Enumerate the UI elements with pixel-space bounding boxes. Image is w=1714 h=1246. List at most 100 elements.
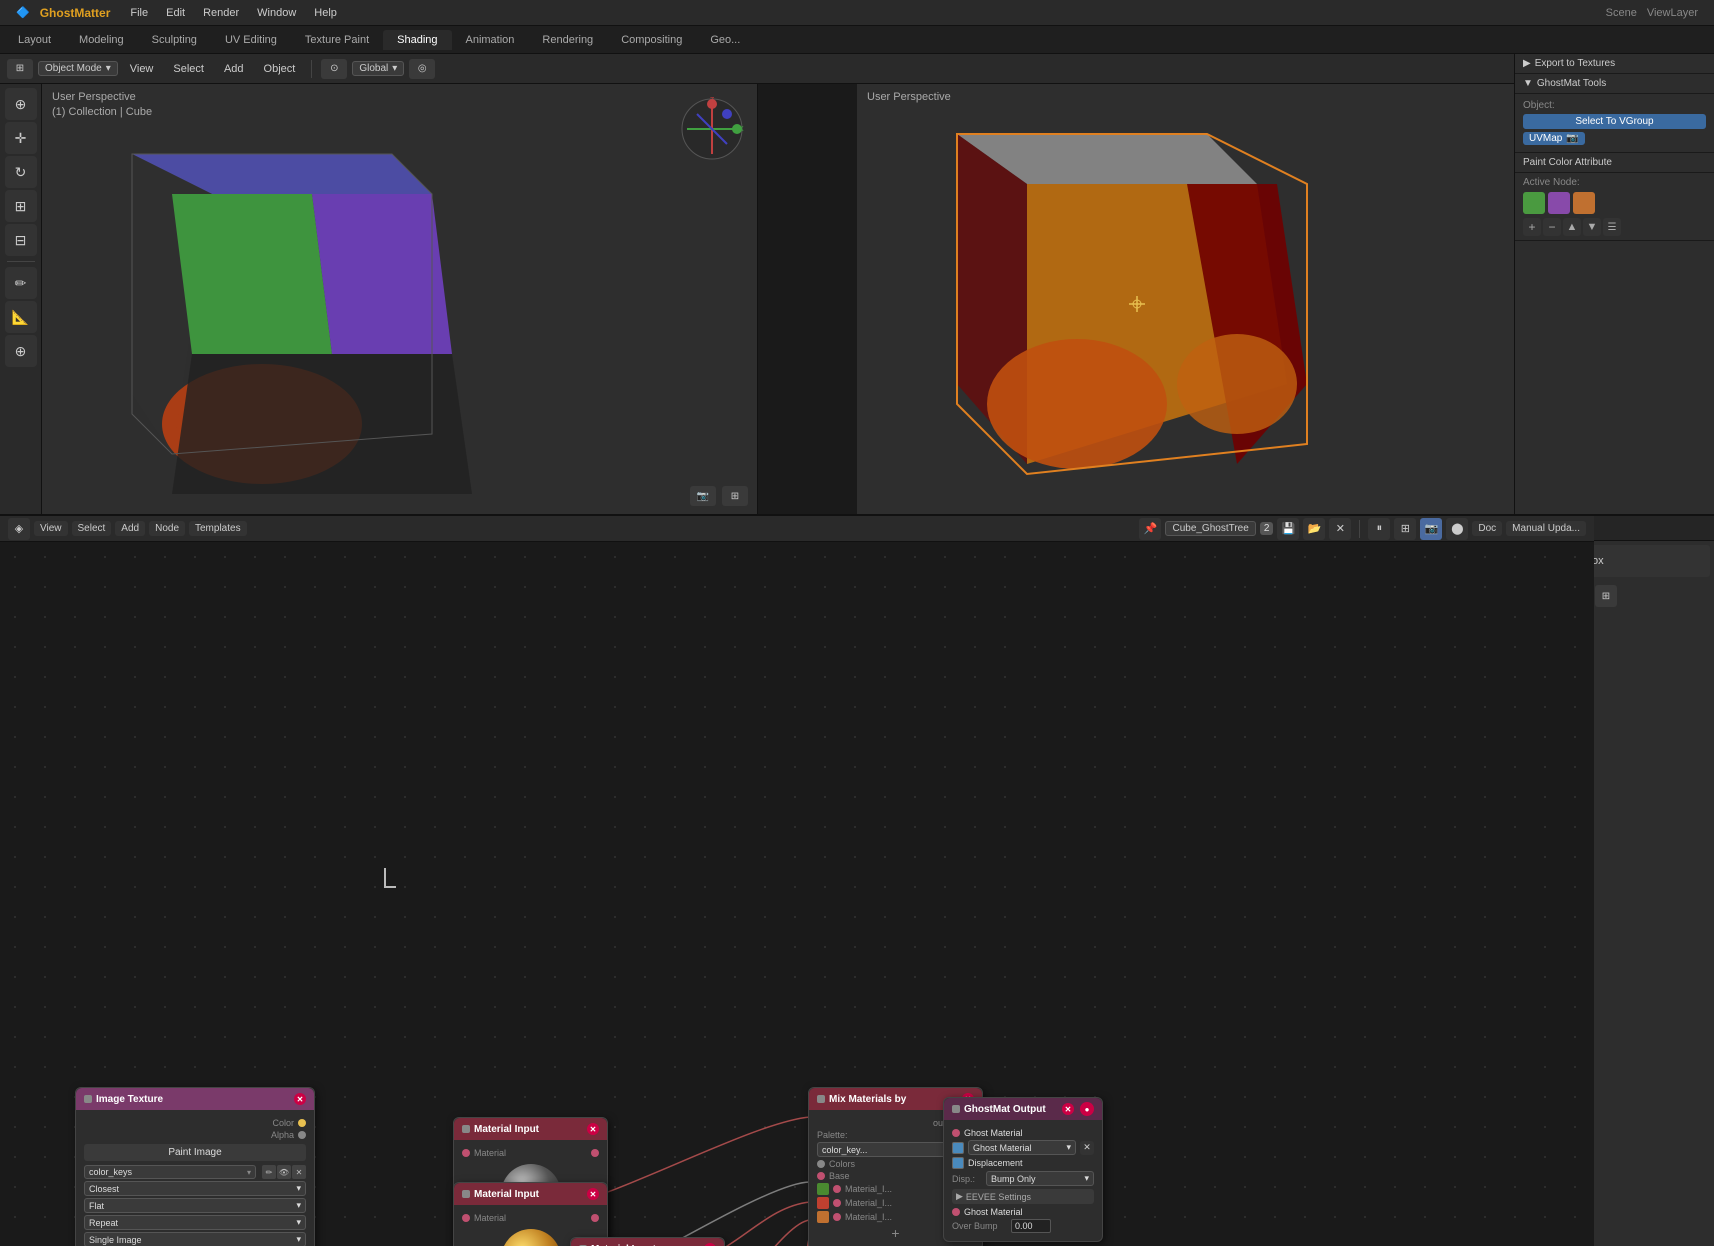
ws-tab-rendering[interactable]: Rendering (528, 30, 607, 50)
ghost-mat-dropdown[interactable]: Ghost Material▾ (968, 1140, 1076, 1155)
ws-tab-texturepaint[interactable]: Texture Paint (291, 30, 383, 50)
manual-update-btn[interactable]: Manual Upda... (1506, 521, 1586, 536)
eevee-settings-btn[interactable]: ▶ EEVEE Settings (952, 1189, 1094, 1204)
menu-file[interactable]: File (122, 5, 156, 21)
ne-mode-icon[interactable]: ◈ (8, 518, 30, 540)
scale-tool[interactable]: ⊞ (5, 190, 37, 222)
ne-node[interactable]: Node (149, 521, 185, 536)
snap-icon[interactable]: ⊙ (321, 59, 347, 79)
ne-templates[interactable]: Templates (189, 521, 247, 536)
export-textures-row[interactable]: ▶ Export to Textures (1515, 54, 1714, 74)
cursor-tool[interactable]: ⊕ (5, 88, 37, 120)
ws-tab-shading[interactable]: Shading (383, 30, 451, 50)
mode-dropdown[interactable]: Object Mode ▾ (38, 61, 118, 76)
uvmap-badge[interactable]: UVMap 📷 (1523, 132, 1585, 145)
list-view-btn[interactable]: ☰ (1603, 218, 1621, 236)
toolbar-view[interactable]: View (122, 61, 162, 77)
measure-tool[interactable]: 📐 (5, 301, 37, 333)
pin-icon[interactable]: 📌 (1139, 518, 1161, 540)
ws-tab-layout[interactable]: Layout (4, 30, 65, 50)
node-ghostmat-output[interactable]: GhostMat Output ✕ ● Ghost Material Ghost… (943, 1097, 1103, 1242)
paint-color-attr-row[interactable]: Paint Color Attribute (1515, 153, 1714, 173)
swatch-orange[interactable] (1573, 192, 1595, 214)
move-tool[interactable]: ✛ (5, 122, 37, 154)
menu-edit[interactable]: Edit (158, 5, 193, 21)
ghostmat-pin[interactable]: ● (1080, 1102, 1094, 1116)
rotate-tool[interactable]: ↻ (5, 156, 37, 188)
ghost-mat-checkbox[interactable] (952, 1142, 964, 1154)
view-all-icon[interactable]: ⊞ (1394, 518, 1416, 540)
menu-help[interactable]: Help (306, 5, 345, 21)
extra-mode-btn[interactable]: ⊞ (1595, 585, 1617, 607)
ws-tab-compositing[interactable]: Compositing (607, 30, 696, 50)
paint-image-btn[interactable]: Paint Image (84, 1144, 306, 1161)
toolbar-object[interactable]: Object (256, 61, 304, 77)
mix-mat-toggle[interactable] (817, 1095, 825, 1103)
select-to-vgroup-btn[interactable]: Select To VGroup (1523, 114, 1706, 129)
blender-logo[interactable]: 🔷 (8, 4, 38, 21)
it-flat-dropdown[interactable]: Flat▾ (84, 1198, 306, 1213)
it-colorkeys-edit[interactable]: ✏ (262, 1165, 276, 1179)
close-tree-icon[interactable]: ✕ (1329, 518, 1351, 540)
ws-tab-sculpting[interactable]: Sculpting (138, 30, 211, 50)
ne-add[interactable]: Add (115, 521, 145, 536)
ne-select[interactable]: Select (72, 521, 112, 536)
import-icon[interactable]: 📂 (1303, 518, 1325, 540)
viewport-right[interactable]: User Perspective (857, 84, 1594, 514)
camera-icon[interactable]: 📷 (690, 486, 716, 506)
node-image-texture[interactable]: Image Texture ✕ Color Alpha Paint Image … (75, 1087, 315, 1246)
swatch-green[interactable] (1523, 192, 1545, 214)
ws-tab-animation[interactable]: Animation (452, 30, 529, 50)
it-single-dropdown[interactable]: Single Image▾ (84, 1232, 306, 1246)
viewport-overlays[interactable]: 📷 ⊞ (689, 486, 749, 506)
add-color-btn[interactable]: + (1523, 218, 1541, 236)
sphere-icon[interactable]: ⬤ (1446, 518, 1468, 540)
mat-input-1-toggle[interactable] (462, 1125, 470, 1133)
ne-view[interactable]: View (34, 521, 68, 536)
over-bump-input[interactable] (1011, 1219, 1051, 1233)
node-mat-input-3[interactable]: Material Input ✕ Material ✏ 👁 Materi... … (570, 1237, 725, 1246)
pause-icon[interactable]: ⏸ (1368, 518, 1390, 540)
node-canvas[interactable]: Image Texture ✕ Color Alpha Paint Image … (0, 542, 1594, 1246)
nav-gizmo-left[interactable]: Z X (677, 94, 747, 167)
node-it-close[interactable]: ✕ (294, 1093, 306, 1105)
ghostmat-x[interactable]: ✕ (1062, 1103, 1074, 1115)
remove-color-btn[interactable]: − (1543, 218, 1561, 236)
toolbar-add[interactable]: Add (216, 61, 252, 77)
ghost-mat-x2[interactable]: ✕ (1080, 1141, 1094, 1155)
camera-ne-icon[interactable]: 📷 (1420, 518, 1442, 540)
transform-dropdown[interactable]: Global ▾ (352, 61, 404, 76)
down-color-btn[interactable]: ▼ (1583, 218, 1601, 236)
pivot-icon[interactable]: ◎ (409, 59, 435, 79)
disp-checkbox[interactable] (952, 1157, 964, 1169)
ws-tab-modeling[interactable]: Modeling (65, 30, 138, 50)
bump-only-dropdown[interactable]: Bump Only▾ (986, 1171, 1094, 1186)
transform-tool[interactable]: ⊟ (5, 224, 37, 256)
it-colorkeys-dropdown[interactable]: color_keys ▾ (84, 1165, 256, 1179)
annotate-tool[interactable]: ✏ (5, 267, 37, 299)
ws-tab-uvediting[interactable]: UV Editing (211, 30, 291, 50)
select-to-vgroup-btn-wrapper[interactable]: Select To VGroup (1523, 114, 1706, 129)
mat-input-2-toggle[interactable] (462, 1190, 470, 1198)
it-colorkeys-x[interactable]: ✕ (292, 1165, 306, 1179)
doc-btn[interactable]: Doc (1472, 521, 1502, 536)
mat-input-2-close[interactable]: ✕ (587, 1188, 599, 1200)
grid-icon[interactable]: ⊞ (722, 486, 748, 506)
toolbar-select[interactable]: Select (165, 61, 212, 77)
up-color-btn[interactable]: ▲ (1563, 218, 1581, 236)
node-toggle[interactable] (84, 1095, 92, 1103)
save-icon[interactable]: 💾 (1277, 518, 1299, 540)
menu-render[interactable]: Render (195, 5, 247, 21)
viewport-left[interactable]: User Perspective (1) Collection | Cube Z (42, 84, 758, 514)
ws-tab-geo[interactable]: Geo... (696, 30, 754, 50)
menu-window[interactable]: Window (249, 5, 304, 21)
swatch-purple[interactable] (1548, 192, 1570, 214)
mat-input-1-close[interactable]: ✕ (587, 1123, 599, 1135)
add-tool[interactable]: ⊕ (5, 335, 37, 367)
it-colorkeys-view[interactable]: 👁 (277, 1165, 291, 1179)
it-closest-dropdown[interactable]: Closest▾ (84, 1181, 306, 1196)
tree-name-dropdown[interactable]: Cube_GhostTree (1165, 521, 1255, 536)
it-repeat-dropdown[interactable]: Repeat▾ (84, 1215, 306, 1230)
ghostmat-toggle[interactable] (952, 1105, 960, 1113)
mode-icon[interactable]: ⊞ (7, 59, 33, 79)
